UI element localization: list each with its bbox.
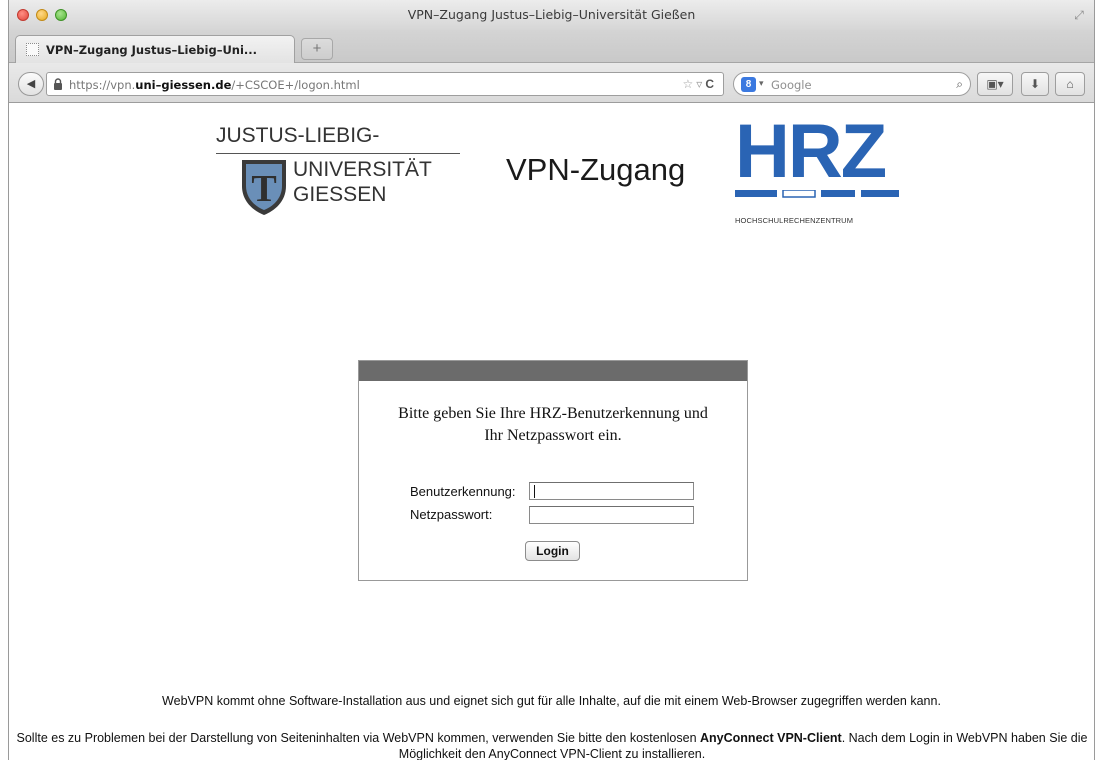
search-bar[interactable]: 8 ▾ Google ⌕ bbox=[733, 72, 971, 96]
home-icon: ⌂ bbox=[1066, 77, 1074, 91]
page-title: VPN-Zugang bbox=[506, 152, 686, 187]
window-title: VPN–Zugang Justus–Liebig–Universität Gie… bbox=[407, 7, 696, 22]
lock-icon bbox=[54, 78, 62, 90]
search-placeholder: Google bbox=[771, 78, 812, 92]
password-field[interactable] bbox=[529, 506, 694, 524]
tab-strip: VPN–Zugang Justus–Liebig–Uni... + bbox=[9, 30, 1094, 63]
login-form-header bbox=[359, 361, 747, 381]
fullscreen-icon[interactable]: ⤢ bbox=[1072, 8, 1086, 22]
login-instructions-line1: Bitte geben Sie Ihre HRZ-Benutzerkennung… bbox=[398, 405, 708, 422]
url-bar-icons: ☆▿C bbox=[683, 77, 717, 91]
login-button[interactable]: Login bbox=[525, 541, 580, 561]
login-form: Bitte geben Sie Ihre HRZ-Benutzerkennung… bbox=[358, 360, 748, 581]
browser-window: VPN–Zugang Justus–Liebig–Universität Gie… bbox=[8, 0, 1095, 760]
back-button[interactable]: ◀ bbox=[18, 72, 44, 96]
url-text: https://vpn.uni–giessen.de/+CSCOE+/logon… bbox=[69, 78, 360, 92]
navigation-bar: ◀ https://vpn.uni–giessen.de/+CSCOE+/log… bbox=[9, 63, 1094, 103]
text-cursor bbox=[534, 485, 535, 498]
anyconnect-client-name: AnyConnect VPN-Client bbox=[700, 731, 842, 745]
jlu-logo-line2: UNIVERSITÄT bbox=[293, 158, 432, 181]
hrz-logo-subtitle: HOCHSCHULRECHENZENTRUM bbox=[735, 216, 854, 225]
bookmarks-button[interactable]: ▣▾ bbox=[977, 72, 1013, 96]
login-instructions: Bitte geben Sie Ihre HRZ-Benutzerkennung… bbox=[359, 403, 747, 447]
svg-text:T: T bbox=[251, 168, 276, 210]
login-instructions-line2: Ihr Netzpasswort ein. bbox=[484, 427, 622, 444]
hrz-logo: HRZ HOCHSCHULRECHENZENTRUM bbox=[735, 114, 915, 230]
downloads-button[interactable]: ⬇ bbox=[1021, 72, 1049, 96]
bookmark-star-icon[interactable]: ☆ bbox=[683, 77, 697, 91]
hrz-logo-letters: HRZ bbox=[735, 109, 887, 194]
jlu-logo-line3: GIESSEN bbox=[293, 183, 387, 206]
tab-vpn-zugang[interactable]: VPN–Zugang Justus–Liebig–Uni... bbox=[15, 35, 295, 63]
home-button[interactable]: ⌂ bbox=[1055, 72, 1085, 96]
new-tab-button[interactable]: + bbox=[301, 38, 333, 60]
jlu-logo-line1: JUSTUS-LIEBIG- bbox=[216, 124, 380, 147]
download-arrow-icon: ⬇ bbox=[1029, 77, 1041, 91]
page-favicon-icon bbox=[26, 43, 39, 56]
page-content: JUSTUS-LIEBIG- T UNIVERSITÄT GIESSEN VPN… bbox=[9, 104, 1094, 760]
tab-label: VPN–Zugang Justus–Liebig–Uni... bbox=[46, 43, 258, 57]
reload-icon[interactable]: C bbox=[705, 77, 717, 91]
jlu-crest-icon: T bbox=[242, 160, 286, 215]
history-dropdown-icon[interactable]: ▿ bbox=[696, 77, 705, 91]
username-label: Benutzerkennung: bbox=[410, 484, 516, 499]
google-g-icon[interactable]: 8 bbox=[741, 77, 756, 92]
url-bar[interactable]: https://vpn.uni–giessen.de/+CSCOE+/logon… bbox=[46, 72, 724, 96]
jlu-logo: JUSTUS-LIEBIG- T UNIVERSITÄT GIESSEN bbox=[216, 124, 466, 224]
username-field[interactable] bbox=[529, 482, 694, 500]
back-arrow-icon: ◀ bbox=[26, 78, 36, 90]
search-engine-dropdown-icon[interactable]: ▾ bbox=[759, 78, 764, 89]
bookmarks-icon: ▣▾ bbox=[986, 77, 1004, 91]
hrz-logo-bars bbox=[735, 190, 899, 198]
title-bar: VPN–Zugang Justus–Liebig–Universität Gie… bbox=[9, 0, 1094, 30]
search-icon[interactable]: ⌕ bbox=[956, 77, 963, 92]
jlu-logo-rule bbox=[216, 153, 460, 154]
webvpn-info-text: WebVPN kommt ohne Software-Installation … bbox=[162, 694, 941, 708]
password-label: Netzpasswort: bbox=[410, 507, 493, 522]
anyconnect-info-text: Sollte es zu Problemen bei der Darstellu… bbox=[16, 731, 1088, 760]
